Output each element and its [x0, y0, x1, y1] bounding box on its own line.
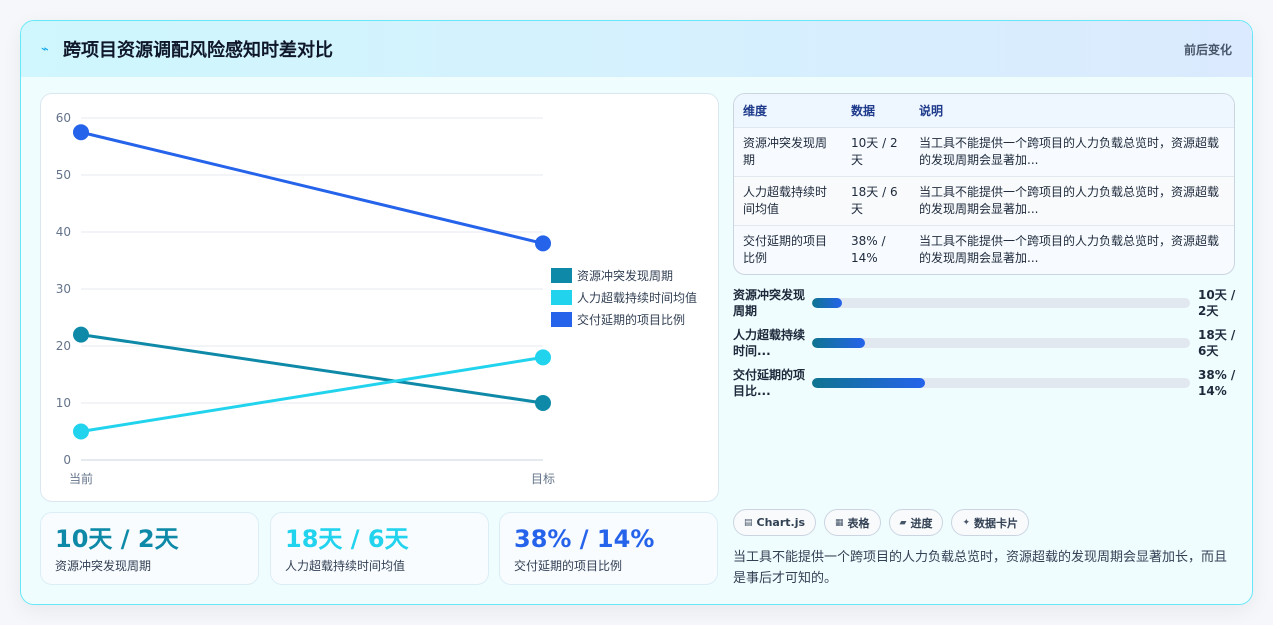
change-badge: 前后变化	[1183, 42, 1232, 57]
kpi-card-overload: 18天 / 6天 人力超载持续时间均值	[270, 512, 489, 585]
tag-label: Chart.js	[756, 516, 806, 529]
progress-label: 人力超载持续时间...	[733, 328, 806, 358]
kpi-label: 资源冲突发现周期	[55, 559, 152, 573]
kpi-card-conflict: 10天 / 2天 资源冲突发现周期	[40, 512, 259, 585]
legend-label: 资源冲突发现周期	[577, 268, 673, 283]
table-cell-dimension: 交付延期的项目比例	[743, 233, 828, 265]
tag-label: 数据卡片	[974, 516, 1019, 530]
data-table-panel: 维度 数据 说明 资源冲突发现周期 10天 / 2天 当工具不能提供一个跨项目的…	[733, 93, 1235, 275]
chart-icon: ▤	[744, 517, 753, 528]
progress-row-overload: 人力超载持续时间... 18天 / 6天	[733, 327, 1235, 363]
kpi-value: 18天 / 6天	[285, 525, 409, 553]
progress-fill	[812, 378, 926, 388]
y-tick-label: 40	[56, 225, 71, 239]
table-cell-data: 10天 / 2天	[851, 135, 898, 167]
progress-track	[812, 338, 1190, 348]
progress-label: 交付延期的项目比...	[733, 368, 806, 398]
comparison-card: ⌁ 跨项目资源调配风险感知时差对比 前后变化 0 10 20 30 40 50 60 当前 目标…	[20, 20, 1253, 605]
progress-value: 18天 / 6天	[1198, 328, 1236, 358]
legend-label: 人力超载持续时间均值	[577, 290, 697, 305]
progress-value: 38% / 14%	[1198, 368, 1236, 398]
tag-table[interactable]: ▦ 表格	[824, 509, 881, 536]
legend-swatch	[551, 268, 572, 283]
data-point	[535, 235, 551, 252]
y-tick-label: 20	[56, 339, 71, 353]
y-tick-label: 50	[56, 168, 71, 182]
table-cell-data: 18天 / 6天	[851, 184, 898, 216]
line-chart: 0 10 20 30 40 50 60 当前 目标 资源冲突发现周期人力超载持续时间均值交付延期的…	[56, 111, 697, 486]
tag-data-cards[interactable]: ✦ 数据卡片	[951, 509, 1030, 536]
table-icon: ▦	[835, 517, 844, 528]
tag-list: ▤ Chart.js ▦ 表格 ▰ 进度 ✦ 数据卡片	[733, 509, 1030, 536]
tag-label: 进度	[910, 516, 933, 530]
table-cell-data: 38% / 14%	[851, 233, 886, 265]
x-tick-label: 当前	[69, 471, 93, 486]
tag-chartjs[interactable]: ▤ Chart.js	[733, 509, 817, 536]
kpi-card-delay: 38% / 14% 交付延期的项目比例	[499, 512, 718, 585]
kpi-label: 人力超载持续时间均值	[285, 559, 406, 573]
data-point	[535, 349, 551, 366]
progress-value: 10天 / 2天	[1198, 288, 1236, 318]
legend-swatch	[551, 290, 572, 305]
table-cell-note: 当工具不能提供一个跨项目的人力负载总览时，资源超载的发现周期会显著加...	[919, 233, 1220, 265]
lightning-icon: ⌁	[41, 41, 49, 57]
y-tick-label: 30	[56, 282, 71, 296]
table-cell-note: 当工具不能提供一个跨项目的人力负载总览时，资源超载的发现周期会显著加...	[919, 184, 1220, 216]
table-header-dimension: 维度	[743, 103, 768, 118]
y-tick-label: 0	[63, 453, 71, 467]
line-chart-panel: 0 10 20 30 40 50 60 当前 目标 资源冲突发现周期人力超载持续时间均值 交付延期的…	[40, 93, 719, 502]
legend-label: 交付延期的项目比例	[577, 312, 685, 327]
progress-fill	[812, 298, 843, 308]
x-tick-label: 目标	[531, 472, 555, 486]
table-header-note: 说明	[919, 103, 944, 118]
legend-swatch	[551, 312, 572, 327]
data-point	[73, 326, 89, 343]
card-header: ⌁ 跨项目资源调配风险感知时差对比 前后变化	[21, 21, 1252, 77]
y-tick-label: 60	[56, 111, 71, 125]
sparkle-icon: ✦	[962, 517, 971, 528]
kpi-value: 10天 / 2天	[55, 525, 179, 553]
tag-progress[interactable]: ▰ 进度	[888, 509, 944, 536]
data-point	[535, 395, 551, 411]
data-table: 维度 数据 说明 资源冲突发现周期 10天 / 2天 当工具不能提供一个跨项目的…	[734, 94, 1234, 274]
table-cell-note: 当工具不能提供一个跨项目的人力负载总览时，资源超载的发现周期会显著加...	[919, 135, 1220, 167]
table-cell-dimension: 人力超载持续时间均值	[743, 184, 828, 216]
table-header-data: 数据	[851, 103, 876, 118]
progress-label: 资源冲突发现周期	[733, 288, 806, 318]
series-line	[80, 130, 544, 245]
progress-track	[812, 298, 1190, 308]
kpi-value: 38% / 14%	[514, 525, 655, 553]
table-row: 人力超载持续时间均值 18天 / 6天 当工具不能提供一个跨项目的人力负载总览时…	[734, 176, 1234, 225]
data-point	[73, 423, 89, 440]
y-tick-label: 10	[56, 396, 71, 410]
table-row: 交付延期的项目比例 38% / 14% 当工具不能提供一个跨项目的人力负载总览时…	[734, 225, 1234, 274]
kpi-label: 交付延期的项目比例	[514, 559, 623, 573]
progress-fill	[812, 338, 865, 348]
progress-icon: ▰	[899, 517, 907, 528]
progress-track	[812, 378, 1190, 388]
tag-label: 表格	[847, 516, 870, 530]
table-row: 资源冲突发现周期 10天 / 2天 当工具不能提供一个跨项目的人力负载总览时，资…	[734, 127, 1234, 176]
table-header-row: 维度 数据 说明	[734, 94, 1234, 127]
data-point	[73, 124, 89, 141]
description-text: 当工具不能提供一个跨项目的人力负载总览时，资源超载的发现周期会显著加长，而且是事…	[733, 550, 1228, 586]
page-title: 跨项目资源调配风险感知时差对比	[63, 40, 333, 61]
progress-row-conflict: 资源冲突发现周期 10天 / 2天	[733, 287, 1235, 323]
table-cell-dimension: 资源冲突发现周期	[743, 135, 828, 167]
progress-row-delay: 交付延期的项目比... 38% / 14%	[733, 367, 1235, 403]
